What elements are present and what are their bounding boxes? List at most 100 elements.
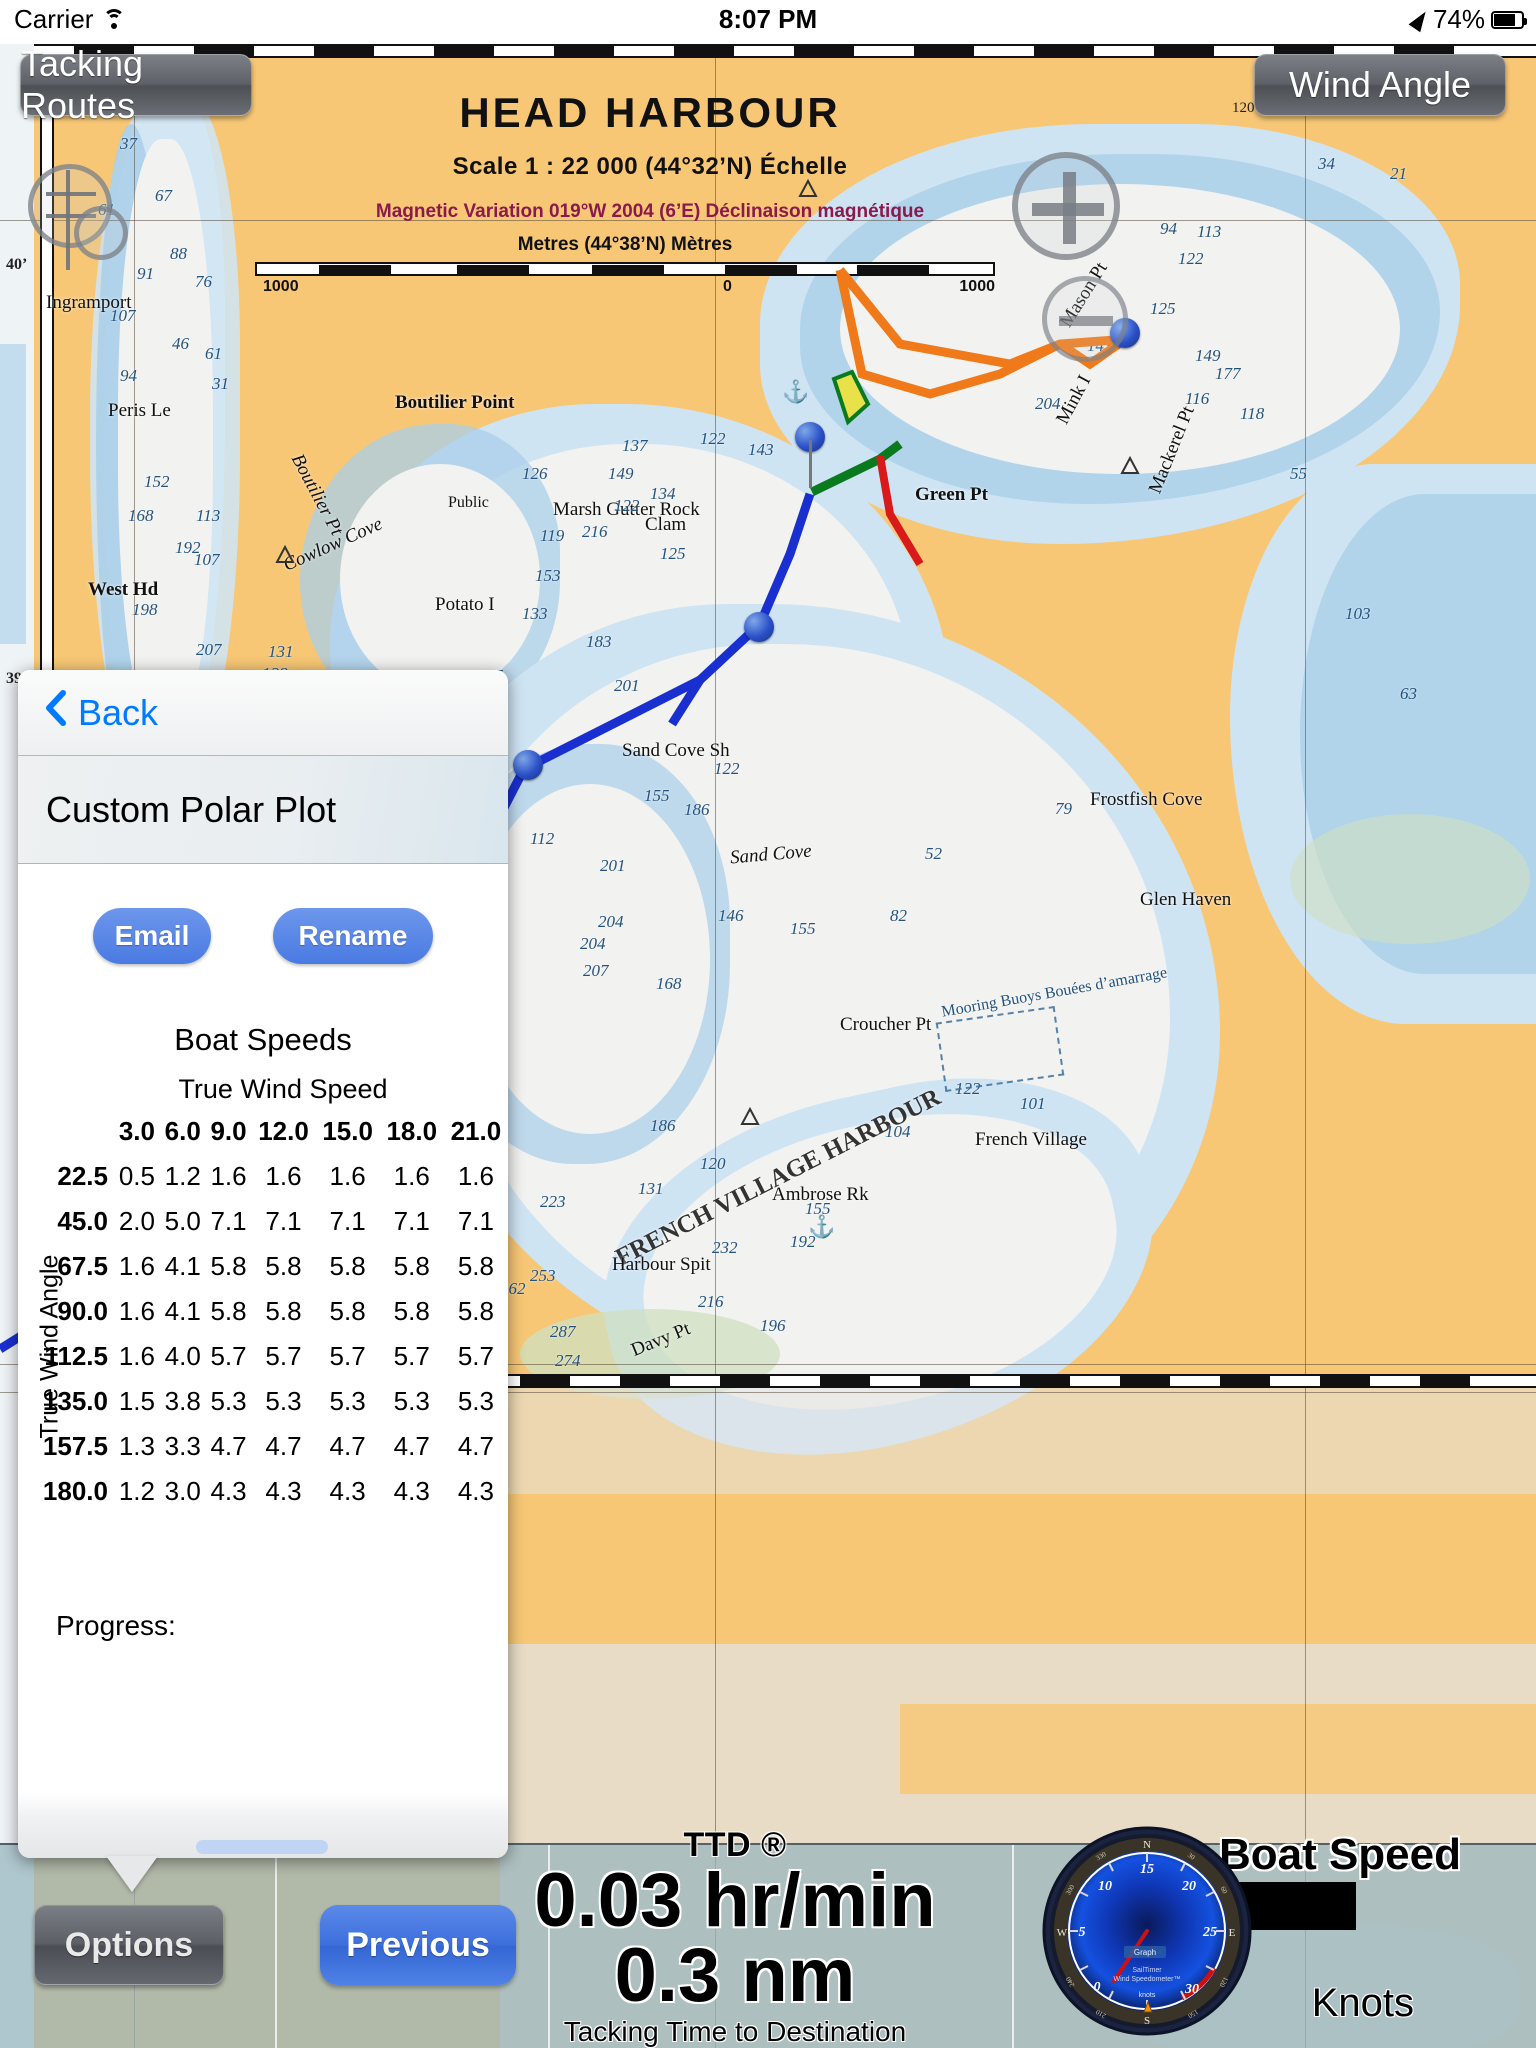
table-cell: 3.3	[164, 1431, 201, 1461]
tacking-routes-button[interactable]: Tacking Routes	[20, 44, 252, 126]
polar-plot-popover: Back Custom Polar Plot Email Rename Boat…	[18, 670, 508, 1892]
back-button[interactable]: Back	[44, 688, 158, 737]
table-row: 22.5 0.5 1.2 1.6 1.6 1.6 1.6 1.6	[18, 1154, 508, 1199]
table-corner-cell	[18, 1109, 114, 1154]
rename-label: Rename	[298, 920, 408, 951]
ttd-caption: Tacking Time to Destination	[563, 2016, 907, 2047]
table-cell: 3.8	[164, 1386, 201, 1416]
table-cell: 5.8	[265, 1251, 302, 1281]
table-cell: 4.7	[210, 1431, 247, 1461]
table-cell: 5.7	[265, 1341, 302, 1371]
table-cell: 5.8	[457, 1251, 494, 1281]
popover-action-buttons: Email Rename	[18, 864, 508, 964]
table-cell: 1.6	[393, 1161, 430, 1191]
crosshair-icon[interactable]	[28, 164, 138, 274]
table-cell: 1.6	[457, 1161, 494, 1191]
wind-angle-button[interactable]: Wind Angle	[1254, 54, 1506, 116]
email-button[interactable]: Email	[93, 908, 211, 964]
table-row-header: 22.5	[57, 1161, 108, 1191]
table-cell: 7.1	[393, 1206, 430, 1236]
popover-title: Custom Polar Plot	[46, 788, 337, 830]
status-right: 74%	[1408, 4, 1527, 35]
table-cell: 4.3	[457, 1476, 494, 1506]
table-cell: 5.8	[210, 1251, 247, 1281]
table-cell: 7.1	[210, 1206, 247, 1236]
table-cell: 4.3	[329, 1476, 366, 1506]
gauge-brand-line1: SailTimer	[1132, 1967, 1162, 1974]
battery-percent-label: 74%	[1432, 4, 1485, 34]
popover-navbar: Back	[18, 670, 508, 756]
table-cell: 4.7	[329, 1431, 366, 1461]
table-cell: 5.8	[329, 1251, 366, 1281]
popover-title-bar: Custom Polar Plot	[18, 756, 508, 864]
waypoint-marker[interactable]	[744, 612, 774, 642]
table-cell: 1.2	[118, 1476, 155, 1506]
waypoint-marker[interactable]	[513, 750, 543, 780]
wind-speedometer-gauge[interactable]: 15 10 5 0 20 25 30 N E S W 30 60 120 150…	[1042, 1826, 1252, 2036]
boat-speeds-title: Boat Speeds	[174, 1022, 352, 1057]
table-cell: 5.3	[265, 1386, 302, 1416]
table-cell: 1.6	[210, 1161, 247, 1191]
progress-label: Progress:	[56, 1610, 176, 1641]
gauge-compass-s: S	[1144, 2015, 1150, 2027]
table-cell: 4.7	[265, 1431, 302, 1461]
table-cell: 4.1	[164, 1251, 201, 1281]
rename-button[interactable]: Rename	[273, 908, 433, 964]
table-col-header: 18.0	[386, 1116, 438, 1146]
table-row: 180.0 1.2 3.0 4.3 4.3 4.3 4.3 4.3	[18, 1469, 508, 1514]
gauge-tick-25: 25	[1202, 1925, 1217, 1940]
svg-text:⚓: ⚓	[808, 1214, 835, 1239]
true-wind-speed-axis-label: True Wind Speed	[178, 1074, 388, 1104]
table-col-header: 12.0	[258, 1116, 309, 1146]
popover-footer	[18, 1792, 508, 1858]
zoom-out-button[interactable]	[1042, 276, 1128, 362]
gauge-tick-5: 5	[1079, 1925, 1086, 1940]
status-time: 8:07 PM	[718, 4, 818, 34]
table-cell: 5.8	[265, 1296, 302, 1326]
back-label: Back	[78, 691, 159, 733]
table-cell: 1.6	[118, 1341, 155, 1371]
chevron-left-icon	[44, 688, 68, 737]
gauge-tick-0: 0	[1094, 1980, 1101, 1995]
popover-body: Email Rename Boat Speeds True Wind Speed…	[18, 864, 508, 1792]
gauge-tick-15: 15	[1140, 1862, 1154, 1877]
ttd-time-value: 0.03 hr/min	[534, 1858, 936, 1944]
gauge-tick-30: 30	[1184, 1982, 1199, 1997]
table-cell: 1.6	[118, 1296, 155, 1326]
table-row: 112.5 1.6 4.0 5.7 5.7 5.7 5.7 5.7	[18, 1334, 508, 1379]
table-cell: 4.7	[393, 1431, 430, 1461]
ttd-panel: TTD ® 0.03 hr/min 0.3 nm Tacking Time to…	[455, 1826, 1015, 2048]
wind-angle-label: Wind Angle	[1288, 64, 1472, 105]
gauge-compass-n: N	[1143, 1839, 1151, 1851]
zoom-in-button[interactable]	[1012, 152, 1120, 260]
waypoint-stem	[809, 440, 812, 488]
table-cell: 0.5	[118, 1161, 155, 1191]
table-row: 90.0 1.6 4.1 5.8 5.8 5.8 5.8 5.8	[18, 1289, 508, 1334]
table-body: 22.5 0.5 1.2 1.6 1.6 1.6 1.6 1.6 45.0 2.0 5.0 7.1 7.…	[18, 1154, 508, 1514]
gauge-units-label: knots	[1139, 1992, 1156, 1999]
table-cell: 4.1	[164, 1296, 201, 1326]
table-cell: 5.8	[393, 1251, 430, 1281]
table-row: 67.5 1.6 4.1 5.8 5.8 5.8 5.8 5.8	[18, 1244, 508, 1289]
table-cell: 5.8	[210, 1296, 247, 1326]
table-cell: 1.2	[164, 1161, 201, 1191]
table-cell: 7.1	[329, 1206, 366, 1236]
options-button[interactable]: Options	[34, 1905, 224, 1985]
table-row: 135.0 1.5 3.8 5.3 5.3 5.3 5.3 5.3	[18, 1379, 508, 1424]
options-label: Options	[64, 1925, 194, 1964]
table-cell: 1.3	[118, 1431, 155, 1461]
table-cell: 1.6	[265, 1161, 302, 1191]
battery-icon	[1491, 10, 1527, 29]
popover-scroll-indicator[interactable]	[196, 1840, 328, 1854]
table-cell: 7.1	[457, 1206, 494, 1236]
table-cell: 5.7	[457, 1341, 494, 1371]
true-wind-angle-axis-label: True Wind Angle	[35, 1254, 64, 1438]
email-label: Email	[114, 920, 190, 951]
table-col-header: 9.0	[210, 1116, 247, 1146]
table-cell: 1.6	[118, 1251, 155, 1281]
boat-speeds-table: 3.0 6.0 9.0 12.0 15.0 18.0 21.0 22.5 0.5 1.2 1.6 1…	[18, 1109, 508, 1514]
table-cell: 5.8	[457, 1296, 494, 1326]
app-root: 40’ 39’ 120+ HEAD HARBOUR Scale 1 : 22 0…	[0, 0, 1536, 2048]
tacking-routes-label: Tacking Routes	[21, 44, 144, 126]
gauge-brand-line2: Wind Speedometer™	[1114, 1976, 1181, 1983]
